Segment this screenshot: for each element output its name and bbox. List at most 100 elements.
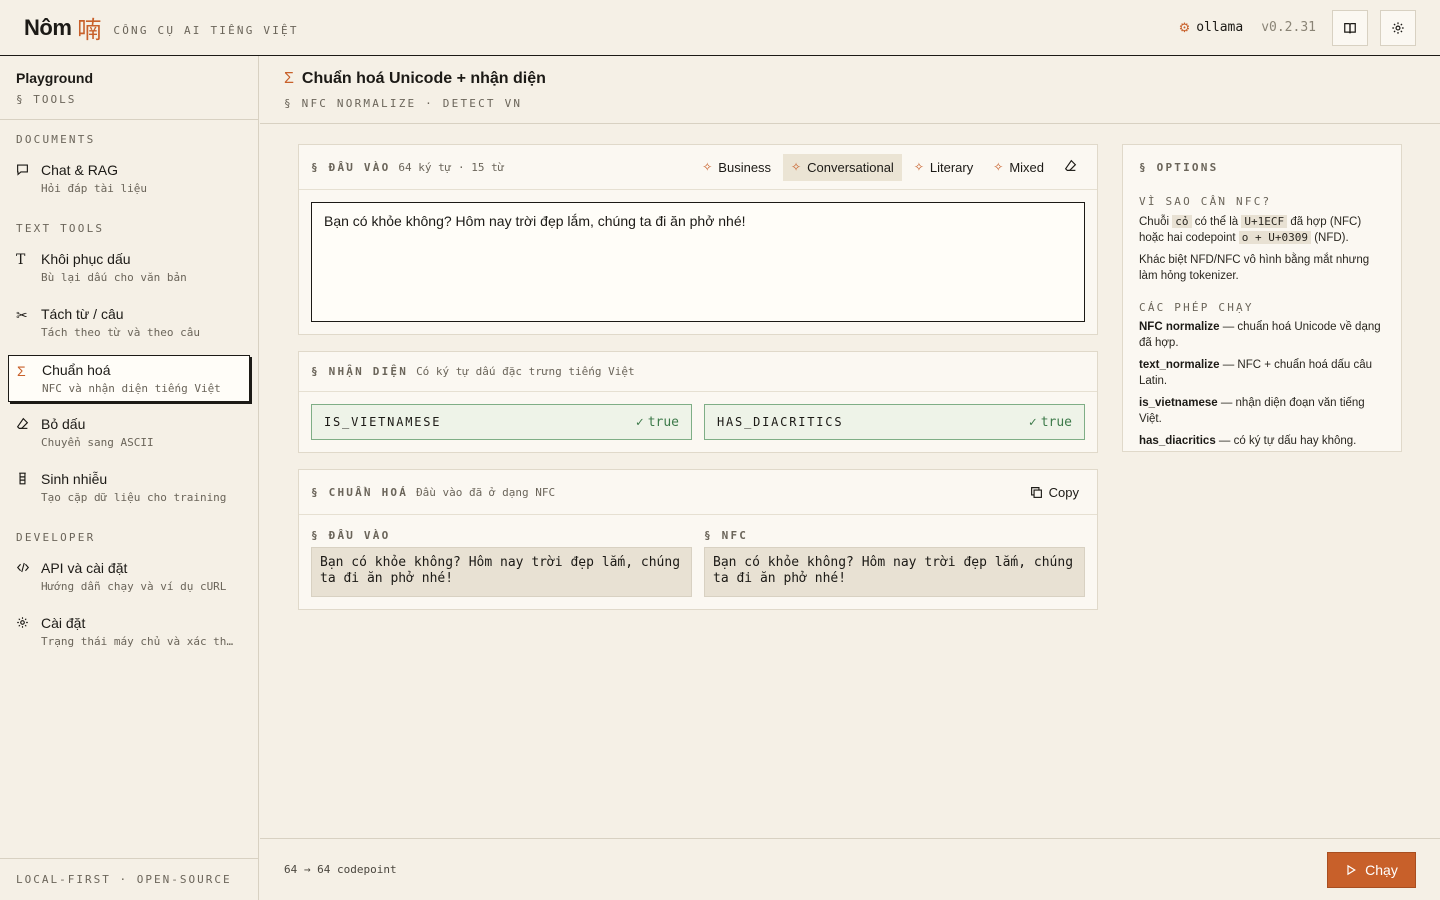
sidebar-item-api[interactable]: API và cài đặt Hướng dẫn chạy và ví dụ c… xyxy=(8,554,250,599)
preset-literary[interactable]: ✧ Literary xyxy=(906,154,981,181)
check-icon: ✓ xyxy=(1028,414,1037,430)
options-panel: § OPTIONS VÌ SAO CẦN NFC? Chuỗi cỏ có th… xyxy=(1122,144,1402,452)
ops-title: CÁC PHÉP CHẠY xyxy=(1139,301,1254,314)
options-title: § OPTIONS xyxy=(1139,161,1219,174)
sidebar-item-label: Tách từ / câu xyxy=(41,306,124,322)
eraser-icon xyxy=(16,416,41,449)
input-section-label: § ĐẦU VÀO xyxy=(311,160,391,174)
page-header: Σ Chuẩn hoá Unicode + nhận diện § NFC NO… xyxy=(260,56,1440,124)
sigma-icon: Σ xyxy=(284,70,294,87)
preset-mixed[interactable]: ✧ Mixed xyxy=(985,154,1052,181)
sidebar-item-noise[interactable]: Sinh nhiễu Tạo cặp dữ liệu cho training xyxy=(8,465,250,510)
page-title: Chuẩn hoá Unicode + nhận diện xyxy=(301,70,546,87)
sidebar-header: Playground § TOOLS xyxy=(0,56,258,120)
beaker-icon xyxy=(16,471,41,504)
sidebar-item-desc: Bù lại dấu cho văn bản xyxy=(41,271,187,284)
op-item: has_diacritics — có ký tự dấu hay không. xyxy=(1139,435,1357,447)
sparkle-icon: ✧ xyxy=(791,160,802,174)
codepoint-count: 64 → 64 codepoint xyxy=(284,863,397,876)
section-developer: DEVELOPER xyxy=(16,531,96,544)
input-code-box: Bạn có khỏe không? Hôm nay trời đẹp lắm,… xyxy=(311,547,692,597)
flag-value: true xyxy=(647,414,679,430)
sidebar-item-desc: Tách theo từ và theo câu xyxy=(41,326,200,339)
detect-card: § NHẬN DIỆN Có ký tự dấu đặc trưng tiếng… xyxy=(298,351,1098,453)
gear-icon xyxy=(16,615,41,648)
op-item: is_vietnamese — nhận diện đoạn văn tiếng… xyxy=(1139,397,1365,425)
preset-business[interactable]: ✧ Business xyxy=(694,154,779,181)
preset-group: ✧ Business ✧ Conversational ✧ Literary ✧… xyxy=(694,153,1085,181)
preset-conversational[interactable]: ✧ Conversational xyxy=(783,153,902,181)
sidebar-item-desc: Trạng thái máy chủ và xác thực xyxy=(41,635,236,648)
sigma-icon: Σ xyxy=(17,363,26,379)
sidebar-item-chat-rag[interactable]: Chat & RAG Hỏi đáp tài liệu xyxy=(8,156,250,201)
section-documents: DOCUMENTS xyxy=(16,133,96,146)
nfc-column-label: § NFC xyxy=(704,529,749,542)
flag-is-vietnamese: IS_VIETNAMESE ✓ true xyxy=(311,404,692,440)
sparkle-icon: ✧ xyxy=(702,160,713,174)
sidebar-subtitle: § TOOLS xyxy=(16,93,77,106)
op-item: text_normalize — NFC + chuẩn hoá dấu câu… xyxy=(1139,359,1372,387)
sidebar-item-desc: Chuyển sang ASCII xyxy=(41,436,154,449)
flag-value: true xyxy=(1040,414,1072,430)
app-tagline: CÔNG CỤ AI TIẾNG VIỆT xyxy=(113,24,299,37)
flag-name: IS_VIETNAMESE xyxy=(324,415,442,429)
flag-has-diacritics: HAS_DIACRITICS ✓ true xyxy=(704,404,1085,440)
nfc-code-box: Bạn có khỏe không? Hôm nay trời đẹp lắm,… xyxy=(704,547,1085,597)
input-column-label: § ĐẦU VÀO xyxy=(311,529,391,542)
eraser-icon xyxy=(1064,159,1077,171)
scissors-icon: ✂ xyxy=(16,307,28,323)
sidebar: Playground § TOOLS DOCUMENTS Chat & RAG … xyxy=(0,56,259,900)
op-item: NFC normalize — chuẩn hoá Unicode về dạn… xyxy=(1139,321,1381,349)
docs-button[interactable] xyxy=(1332,9,1368,46)
sidebar-item-normalize[interactable]: Σ Chuẩn hoá NFC và nhận diện tiếng Việt xyxy=(8,355,250,402)
app-logo: Nôm xyxy=(24,14,72,40)
sidebar-item-label: Chuẩn hoá xyxy=(42,362,111,378)
sidebar-item-desc: Tạo cặp dữ liệu cho training xyxy=(41,491,227,504)
chat-bubble-icon xyxy=(16,162,41,195)
normalize-section-label: § CHUẨN HOÁ xyxy=(311,485,409,499)
sidebar-item-settings[interactable]: Cài đặt Trạng thái máy chủ và xác thực xyxy=(8,609,250,654)
sidebar-item-restore-diacritics[interactable]: T Khôi phục dấu Bù lại dấu cho văn bản xyxy=(8,245,250,290)
section-text-tools: TEXT TOOLS xyxy=(16,222,105,235)
clear-input-button[interactable] xyxy=(1056,153,1085,181)
input-textarea[interactable]: Bạn có khỏe không? Hôm nay trời đẹp lắm,… xyxy=(311,202,1085,322)
action-bar: 64 → 64 codepoint Chạy xyxy=(260,838,1440,900)
page-subtitle: § NFC NORMALIZE · DETECT VN xyxy=(284,97,523,110)
sidebar-item-label: API và cài đặt xyxy=(41,560,128,576)
why-nfc-paragraph: Chuỗi cỏ có thể là U+1ECF đã hợp (NFC) h… xyxy=(1139,215,1362,244)
detect-section-label: § NHẬN DIỆN xyxy=(311,365,409,378)
why-nfc-title: VÌ SAO CẦN NFC? xyxy=(1139,195,1272,208)
sidebar-footer: LOCAL-FIRST · OPEN-SOURCE xyxy=(0,858,258,900)
input-card: § ĐẦU VÀO 64 ký tự · 15 từ ✧ Business ✧ … xyxy=(298,144,1098,335)
normalize-note: Đầu vào đã ở dạng NFC xyxy=(416,485,556,499)
provider-icon: ⚙ xyxy=(1178,19,1191,35)
run-button[interactable]: Chạy xyxy=(1327,851,1416,888)
sidebar-item-label: Chat & RAG xyxy=(41,162,119,178)
sidebar-item-tokenize[interactable]: ✂ Tách từ / câu Tách theo từ và theo câu xyxy=(8,300,250,345)
why-nfc-note: Khác biệt NFD/NFC vô hình bằng mắt nhưng… xyxy=(1139,254,1370,282)
copy-button[interactable]: Copy xyxy=(1024,481,1085,504)
play-icon xyxy=(1347,864,1357,875)
sidebar-item-desc: Hướng dẫn chạy và ví dụ cURL xyxy=(41,580,227,593)
normalize-card: § CHUẨN HOÁ Đầu vào đã ở dạng NFC Copy §… xyxy=(298,469,1098,610)
app-header: Nôm 喃 CÔNG CỤ AI TIẾNG VIỆT ⚙ ollama v0.… xyxy=(0,0,1440,56)
sidebar-title: Playground xyxy=(16,70,94,86)
gear-icon xyxy=(1392,21,1404,34)
sidebar-item-label: Bỏ dấu xyxy=(41,416,86,432)
settings-button[interactable] xyxy=(1380,9,1416,46)
sparkle-icon: ✧ xyxy=(993,160,1004,174)
sidebar-item-desc: Hỏi đáp tài liệu xyxy=(41,182,147,195)
flag-name: HAS_DIACRITICS xyxy=(717,415,844,429)
input-stats: 64 ký tự · 15 từ xyxy=(398,160,505,174)
text-type-icon: T xyxy=(16,252,26,268)
book-icon xyxy=(1344,22,1356,33)
app-logo-cjk: 喃 xyxy=(77,16,102,44)
sidebar-item-desc: NFC và nhận diện tiếng Việt xyxy=(42,382,221,395)
sidebar-item-label: Cài đặt xyxy=(41,615,86,631)
code-icon xyxy=(16,560,41,593)
version-label: v0.2.31 xyxy=(1261,20,1316,35)
provider-status: ⚙ ollama xyxy=(1179,20,1244,36)
detect-note: Có ký tự dấu đặc trưng tiếng Việt xyxy=(416,365,635,378)
sidebar-item-remove-diacritics[interactable]: Bỏ dấu Chuyển sang ASCII xyxy=(8,410,250,455)
check-icon: ✓ xyxy=(635,414,644,430)
